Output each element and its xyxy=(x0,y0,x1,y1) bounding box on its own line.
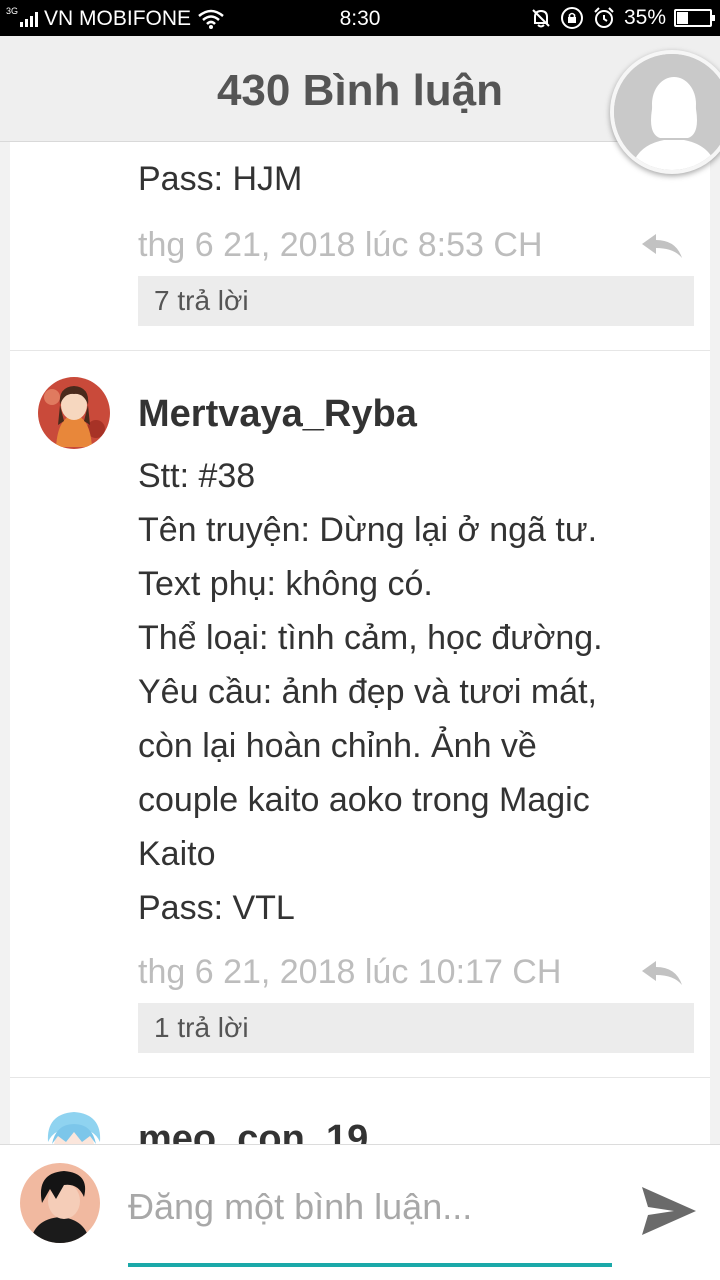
comment-divider xyxy=(10,350,710,351)
comment-username[interactable]: Mertvaya_Ryba xyxy=(138,393,417,436)
comment-line: Yêu cầu: ảnh đẹp và tươi mát, xyxy=(138,673,597,711)
avatar[interactable] xyxy=(38,1102,110,1144)
status-bar: 3G VN MOBIFONE 8:30 35% xyxy=(0,0,720,36)
reply-arrow-icon[interactable] xyxy=(640,959,684,989)
comment-composer xyxy=(0,1144,720,1280)
comment-line: Pass: VTL xyxy=(138,889,295,927)
comment-line: Stt: #38 xyxy=(138,457,256,495)
comment-body: Stt: #38 Tên truyện: Dừng lại ở ngã tư. … xyxy=(138,449,603,935)
comment-line: Pass: HJM xyxy=(138,160,303,198)
status-right: 35% xyxy=(530,6,715,30)
comment-input[interactable] xyxy=(128,1177,612,1237)
comment-line: Kaito xyxy=(138,835,216,873)
comment-username[interactable]: meo_con_19 xyxy=(138,1118,368,1144)
comment-timestamp: thg 6 21, 2018 lúc 10:17 CH xyxy=(138,953,562,991)
comment-line: Tên truyện: Dừng lại ở ngã tư. xyxy=(138,511,598,549)
comment-timestamp: thg 6 21, 2018 lúc 8:53 CH xyxy=(138,226,543,264)
default-user-icon xyxy=(614,54,720,170)
clipped-line xyxy=(138,142,302,152)
rotation-lock-icon xyxy=(560,7,583,29)
comment-line: Thể loại: tình cảm, học đường. xyxy=(138,619,603,657)
input-underline xyxy=(128,1263,612,1267)
comment-divider xyxy=(10,1077,710,1078)
current-user-avatar[interactable] xyxy=(20,1163,100,1243)
battery-icon xyxy=(674,9,715,27)
current-user-avatar-image xyxy=(20,1163,100,1243)
send-icon[interactable] xyxy=(640,1185,698,1237)
replies-button[interactable]: 7 trả lời xyxy=(138,276,694,326)
reply-arrow-icon[interactable] xyxy=(640,232,684,262)
battery-percent: 35% xyxy=(623,6,666,29)
user-avatar-image xyxy=(38,377,110,449)
comment-body: Pass: HJM xyxy=(138,142,302,206)
notifications-off-icon xyxy=(532,9,550,28)
comment-line: couple kaito aoko trong Magic xyxy=(138,781,590,819)
battery-fill xyxy=(677,12,689,24)
comments-header: 430 Bình luận xyxy=(0,36,720,174)
replies-button[interactable]: 1 trả lời xyxy=(138,1003,694,1053)
comment-list[interactable]: Pass: HJM thg 6 21, 2018 lúc 8:53 CH 7 t… xyxy=(10,142,710,1144)
alarm-clock-icon xyxy=(594,7,614,28)
avatar[interactable] xyxy=(38,377,110,449)
comment-line: còn lại hoàn chỉnh. Ảnh về xyxy=(138,727,537,765)
comment-line: Text phụ: không có. xyxy=(138,565,433,603)
user-avatar-image xyxy=(38,1102,110,1144)
